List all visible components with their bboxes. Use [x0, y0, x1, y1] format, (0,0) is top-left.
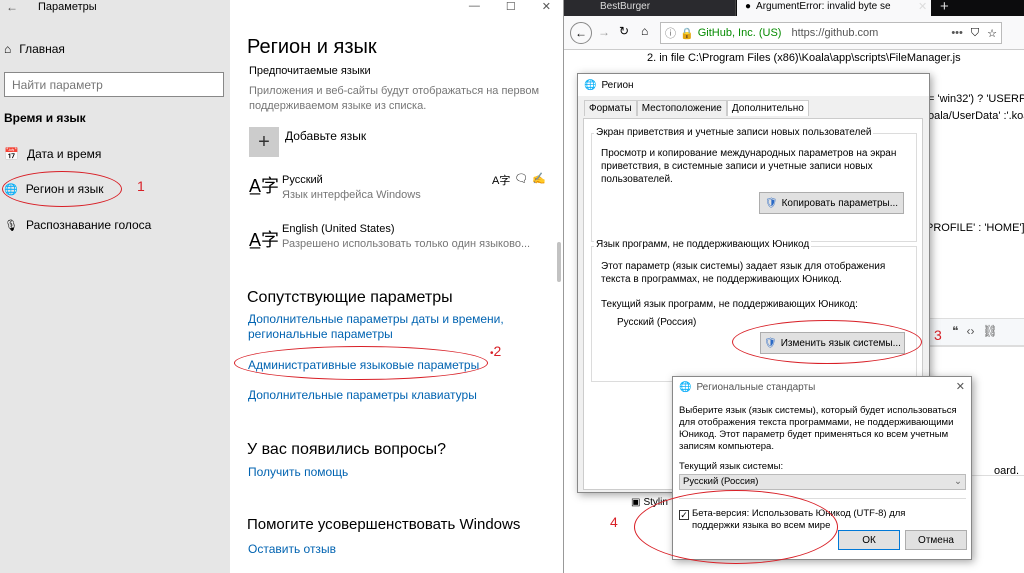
tab-location[interactable]: Местоположение	[636, 100, 727, 116]
nav-home[interactable]: ⌂ Главная	[4, 42, 65, 56]
dialog-titlebar: 🌐 Региональные стандарты	[679, 381, 816, 393]
link-feedback[interactable]: Оставить отзыв	[248, 542, 336, 556]
current-system-language-label: Текущий язык системы:	[679, 461, 784, 472]
language-desc: Язык интерфейса Windows	[282, 189, 421, 201]
display-language-icon: A字	[492, 175, 511, 187]
home-icon[interactable]: ⌂	[641, 24, 648, 38]
search-input[interactable]: Найти параметр	[4, 72, 224, 97]
maximize-icon[interactable]: ☐	[506, 0, 516, 18]
dialog-titlebar: 🌐 Регион	[578, 74, 929, 96]
annotation-number-4: 4	[610, 514, 618, 530]
sidebar-item-datetime[interactable]: 📅 Дата и время	[4, 147, 101, 161]
window-title: Параметры	[38, 1, 97, 13]
annotation-number-2: •2	[490, 343, 502, 359]
dialog-tabs: Форматы Местоположение Дополнительно	[584, 100, 809, 116]
annotation-number-3: 3	[934, 327, 942, 343]
reload-icon[interactable]: ↻	[619, 24, 629, 38]
group-description: Этот параметр (язык системы) задает язык…	[601, 261, 886, 285]
star-icon[interactable]: ☆	[987, 27, 997, 40]
code-snippet: oala/UserData' :'.koa	[928, 110, 1024, 122]
region-globe-icon: 🌐	[679, 381, 692, 393]
improve-heading: Помогите усовершенствовать Windows	[247, 516, 521, 533]
link-icon[interactable]: ⛓	[982, 324, 997, 338]
pocket-icon[interactable]: ⛉	[971, 27, 979, 40]
preferred-description: Приложения и веб-сайты будут отображатьс…	[249, 85, 540, 112]
cancel-button[interactable]: Отмена	[905, 530, 967, 550]
uac-shield-icon: 🛡	[764, 197, 778, 209]
annotation-ellipse-1	[2, 171, 122, 207]
github-icon: ●	[745, 1, 752, 12]
tab-formats[interactable]: Форматы	[584, 100, 637, 116]
quote-icon[interactable]: ❝	[952, 324, 958, 338]
close-tab-icon[interactable]: ✕	[918, 0, 927, 13]
home-icon: ⌂	[4, 42, 12, 56]
ok-button[interactable]: ОК	[838, 530, 900, 550]
link-get-help[interactable]: Получить помощь	[248, 465, 348, 479]
sidebar-item-speech[interactable]: 🎙 Распознавание голоса	[4, 218, 151, 232]
group-title: Язык программ, не поддерживающих Юникод	[594, 239, 812, 250]
language-char-icon: A̲字	[249, 176, 280, 196]
forward-icon[interactable]: →	[598, 25, 610, 39]
language-feature-icons: A字 🗨 ✍	[492, 172, 546, 188]
close-icon[interactable]: ✕	[542, 0, 551, 18]
dialog-description: Выберите язык (язык системы), который бу…	[679, 405, 957, 452]
language-name[interactable]: Русский	[282, 174, 323, 186]
close-icon[interactable]: ✕	[956, 380, 965, 393]
system-language-select[interactable]: Русский (Россия) ⌄	[679, 474, 966, 490]
content-line: 2. in file C:\Program Files (x86)\Koala\…	[647, 52, 961, 64]
code-snippet: = 'win32') ? 'USERP	[928, 93, 1024, 105]
tab-advanced[interactable]: Дополнительно	[726, 100, 809, 116]
language-desc: Разрешено использовать только один языко…	[282, 238, 531, 250]
editor-tools: ❝ ‹› ⛓	[952, 324, 998, 338]
page-title: Регион и язык	[247, 36, 377, 58]
minimize-icon[interactable]: —	[469, 0, 480, 18]
lock-icon: 🔒	[680, 27, 694, 40]
copy-settings-button[interactable]: 🛡 Копировать параметры...	[759, 192, 904, 214]
preferred-heading: Предпочитаемые языки	[249, 65, 371, 77]
questions-heading: У вас появились вопросы?	[247, 441, 447, 458]
group-description: Просмотр и копирование международных пар…	[601, 148, 897, 185]
window-controls: — ☐ ✕	[230, 0, 563, 18]
info-icon: ⓘ	[665, 28, 676, 40]
microphone-icon: 🎙	[4, 219, 18, 232]
add-language-button[interactable]: Добавьте язык	[285, 129, 366, 143]
code-icon[interactable]: ‹›	[966, 324, 974, 338]
language-name[interactable]: English (United States)	[282, 223, 395, 235]
new-tab-icon[interactable]: +	[940, 0, 949, 15]
settings-main-pane: — ☐ ✕ Регион и язык Предпочитаемые языки…	[230, 0, 563, 573]
region-globe-icon: 🌐	[584, 79, 597, 91]
related-heading: Сопутствующие параметры	[247, 289, 453, 306]
back-arrow-icon[interactable]: ←	[6, 0, 18, 14]
handwriting-icon: ✍	[532, 173, 547, 185]
calendar-clock-icon: 📅	[4, 147, 19, 161]
address-bar[interactable]: ⓘ 🔒 GitHub, Inc. (US) https://github.com…	[660, 22, 1002, 44]
group-title: Экран приветствия и учетные записи новых…	[594, 127, 874, 138]
annotation-ellipse-3	[732, 320, 922, 364]
annotation-ellipse-4	[634, 490, 838, 564]
markdown-icon: ▣	[631, 497, 641, 508]
scrollbar-thumb[interactable]	[557, 242, 561, 282]
back-icon[interactable]: ←	[570, 22, 592, 44]
annotation-number-1: 1	[137, 178, 145, 194]
add-language-plus-icon[interactable]: +	[249, 127, 279, 157]
more-icon[interactable]: •••	[951, 27, 963, 39]
current-language-label: Текущий язык программ, не поддерживающих…	[601, 299, 858, 310]
category-heading: Время и язык	[4, 111, 86, 125]
chevron-down-icon: ⌄	[954, 476, 962, 487]
speech-icon: 🗨	[514, 173, 529, 185]
annotation-ellipse-2	[234, 346, 488, 380]
code-snippet: PROFILE' : 'HOME']	[926, 222, 1024, 234]
link-datetime-regional[interactable]: Дополнительные параметры даты и времени,…	[248, 312, 508, 342]
link-keyboard[interactable]: Дополнительные параметры клавиатуры	[248, 388, 477, 402]
browser-tab[interactable]: BestBurger	[564, 0, 736, 16]
current-language-value: Русский (Россия)	[617, 317, 697, 328]
browser-tab-active[interactable]: ● ArgumentError: invalid byte se	[737, 0, 931, 16]
settings-sidebar: ← Параметры ⌂ Главная Найти параметр Вре…	[0, 0, 230, 573]
language-char-icon: A̲字	[249, 230, 280, 250]
